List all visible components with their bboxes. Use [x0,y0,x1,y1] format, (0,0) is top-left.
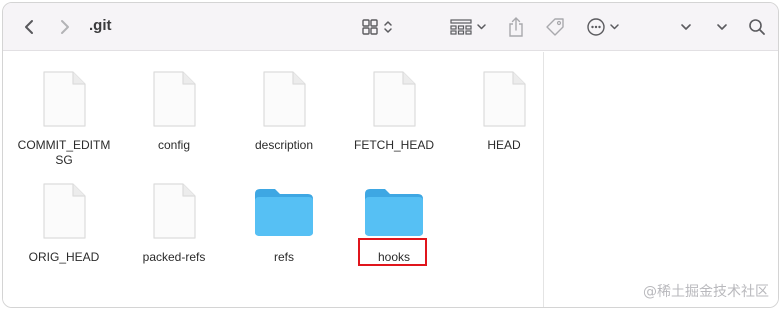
folder-name: refs [273,250,294,264]
grid-view-icon[interactable] [359,3,399,51]
highlight-box [358,238,427,266]
document-icon [483,71,526,127]
file-name: packed-refs [142,250,206,264]
file-item[interactable]: FETCH_HEAD [339,70,449,153]
chevron-down-icon[interactable] [711,3,733,51]
watermark: @稀土掘金技术社区 [643,284,769,300]
preview-pane [543,52,778,307]
file-name: FETCH_HEAD [353,138,434,152]
document-icon [153,71,196,127]
folder-icon [365,189,423,236]
file-item[interactable]: description [229,70,339,153]
chevron-down-icon[interactable] [675,3,697,51]
file-item[interactable]: COMMIT_EDITMSG [9,70,119,168]
forward-chevron-icon[interactable] [53,3,77,51]
document-icon [43,71,86,127]
file-name: description [254,138,314,152]
toolbar: .git [3,3,778,51]
back-chevron-icon[interactable] [17,3,41,51]
folder-item[interactable]: refs [229,182,339,265]
file-item[interactable]: ORIG_HEAD [9,182,119,265]
document-icon [263,71,306,127]
more-actions-icon[interactable] [585,3,625,51]
file-item[interactable]: packed-refs [119,182,229,265]
file-grid: COMMIT_EDITMSG config description FETCH_… [3,52,543,307]
file-name: COMMIT_EDITMSG [17,138,111,167]
folder-icon [255,189,313,236]
document-icon [153,183,196,239]
document-icon [43,183,86,239]
share-icon[interactable] [503,3,529,51]
file-name: ORIG_HEAD [28,250,100,264]
window-title: .git [89,17,112,34]
file-name: config [157,138,191,152]
tag-icon[interactable] [541,3,569,51]
file-item[interactable]: config [119,70,229,153]
group-by-icon[interactable] [447,3,491,51]
document-icon [373,71,416,127]
search-icon[interactable] [745,3,769,51]
